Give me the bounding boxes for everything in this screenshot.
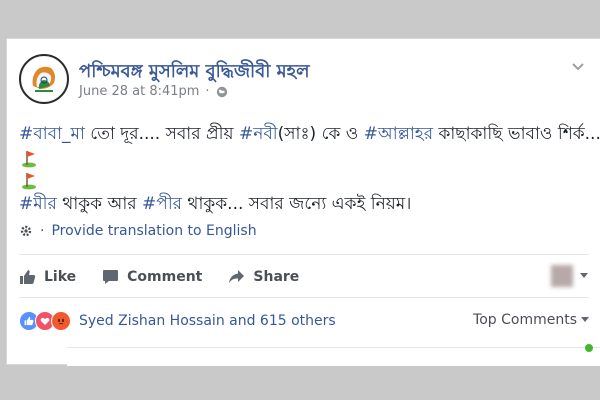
page-avatar[interactable] [19, 54, 69, 104]
post-as-selector[interactable] [551, 265, 589, 287]
post-header: পশ্চিমবঙ্গ মুসলিম বুদ্ধিজীবী মহল June 28… [19, 54, 589, 106]
like-label: Like [44, 269, 77, 285]
divider [19, 254, 589, 255]
globe-icon[interactable] [216, 86, 228, 98]
golf-flag-icon [22, 173, 36, 190]
thumbs-up-icon [20, 270, 36, 284]
golf-flag-icon [22, 151, 36, 168]
hashtag-allahr[interactable]: #আল্লাহর [364, 124, 433, 144]
hashtag-mir[interactable]: #মীর [19, 194, 57, 214]
like-button[interactable]: Like [19, 269, 76, 285]
post-actions: Like Comment Share [19, 265, 589, 289]
share-button[interactable]: Share [228, 269, 299, 285]
profile-thumbnail [551, 265, 573, 287]
meta-separator: · [205, 84, 210, 99]
text-segment: কাছাকাছি ভাবাও শির্ক.... [433, 124, 600, 144]
angry-reaction-icon [51, 311, 71, 331]
gear-icon [20, 225, 32, 237]
text-segment: তো দূর.... সবার প্রীয় [84, 124, 239, 144]
translate-row: · Provide translation to English [19, 223, 257, 239]
comment-label: Comment [127, 269, 203, 285]
meta-separator: · [40, 223, 45, 239]
reactions-summary[interactable]: Syed Zishan Hossain and 615 others [79, 313, 336, 329]
reaction-icons[interactable] [19, 311, 71, 331]
translate-link[interactable]: Provide translation to English [51, 223, 256, 239]
top-comments-label: Top Comments [473, 312, 577, 328]
hashtag-pir[interactable]: #পীর [142, 194, 182, 214]
online-status-dot [585, 344, 593, 352]
reactions-row: Syed Zishan Hossain and 615 others Top C… [19, 310, 589, 332]
facebook-post: পশ্চিমবঙ্গ মুসলিম বুদ্ধিজীবী মহল June 28… [6, 38, 600, 366]
comment-button[interactable]: Comment [102, 269, 202, 285]
post-meta: June 28 at 8:41pm · [79, 84, 228, 99]
comment-icon [103, 270, 119, 284]
share-icon [229, 270, 245, 283]
post-text-line-2: #মীর থাকুক আর #পীর থাকুক... সবার জন্যে এ… [19, 191, 589, 217]
post-options-chevron-icon[interactable] [571, 60, 585, 76]
post-content: #বাবা_মা তো দূর.... সবার প্রীয় #নবী(সাঃ… [19, 121, 600, 217]
text-segment: থাকুক... সবার জন্যে একই নিয়ম। [182, 194, 412, 214]
caret-down-icon [580, 273, 588, 278]
post-text-line-1: #বাবা_মা তো দূর.... সবার প্রীয় #নবী(সাঃ… [19, 121, 600, 147]
caret-down-icon [581, 317, 589, 322]
top-comments-dropdown[interactable]: Top Comments [473, 312, 589, 328]
text-segment: থাকুক আর [56, 194, 143, 214]
divider [19, 297, 589, 298]
hashtag-baba-ma[interactable]: #বাবা_মা [19, 124, 85, 144]
post-timestamp[interactable]: June 28 at 8:41pm [79, 84, 199, 99]
logo-icon [22, 57, 66, 101]
hashtag-nobi[interactable]: #নবী [239, 124, 278, 144]
text-segment: (সাঃ) কে ও [277, 124, 364, 144]
share-label: Share [253, 269, 300, 285]
comment-box-top [67, 347, 600, 366]
